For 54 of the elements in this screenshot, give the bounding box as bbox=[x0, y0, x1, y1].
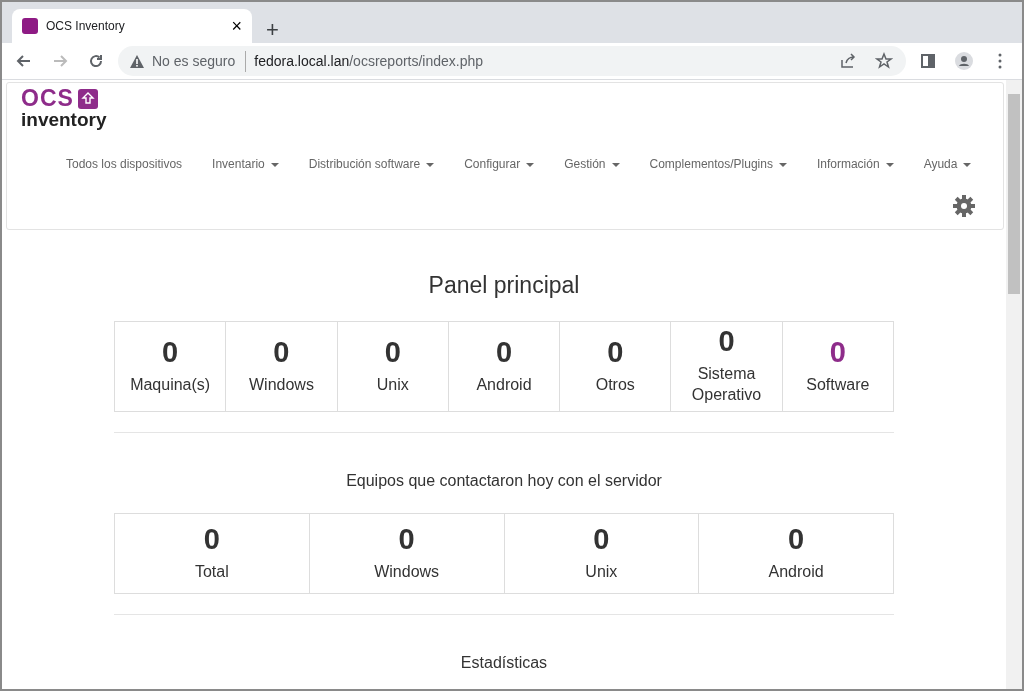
nav-link[interactable]: Ayuda bbox=[908, 149, 987, 179]
stat-value[interactable]: 0 bbox=[829, 336, 846, 369]
address-bar[interactable]: No es seguro fedora.local.lan/ocsreports/index.php bbox=[118, 46, 906, 76]
stat-value: 0 bbox=[273, 336, 290, 369]
section-title: Estadísticas bbox=[459, 652, 549, 673]
stat-label: Software bbox=[806, 374, 870, 395]
nav-link[interactable]: Información bbox=[801, 149, 909, 179]
stat-label: Sistema Operativo bbox=[690, 364, 763, 405]
scrollbar[interactable] bbox=[1006, 80, 1022, 689]
caret-icon bbox=[426, 162, 435, 167]
stat-value: 0 bbox=[718, 326, 735, 359]
caret-icon bbox=[778, 162, 787, 167]
stat-label: Windows bbox=[374, 561, 440, 582]
section-title: Panel principal bbox=[427, 271, 581, 300]
logo-icon bbox=[77, 88, 98, 109]
stat-value: 0 bbox=[495, 336, 513, 369]
browser-tab[interactable]: OCS Inventory × bbox=[12, 9, 252, 43]
stat-value: 0 bbox=[788, 523, 805, 556]
tab-title: OCS Inventory bbox=[46, 18, 125, 35]
nav-link[interactable]: Complementos/Plugins bbox=[634, 149, 802, 179]
new-tab-button[interactable]: + bbox=[260, 19, 285, 43]
section-title: Equipos que contactaron hoy con el servidor bbox=[345, 470, 663, 491]
nav-link[interactable]: Todos los dispositivos bbox=[51, 149, 198, 179]
stat-value: 0 bbox=[162, 336, 179, 369]
security-warning: No es seguro bbox=[152, 50, 247, 72]
stat-value: 0 bbox=[607, 336, 624, 369]
nav-link[interactable]: Configurar bbox=[449, 149, 550, 179]
stat-value: 0 bbox=[384, 336, 401, 369]
stat-value: 0 bbox=[593, 523, 610, 556]
caret-icon bbox=[885, 162, 894, 167]
stat-label: Android bbox=[768, 561, 824, 582]
warning-icon bbox=[130, 54, 144, 68]
caret-icon bbox=[526, 162, 535, 167]
logo-text: OCS bbox=[21, 87, 74, 110]
stat-label: Android bbox=[476, 374, 532, 395]
caret-icon bbox=[611, 162, 620, 167]
favicon-icon bbox=[22, 18, 38, 34]
stat-label: Otros bbox=[595, 374, 635, 395]
logo-text: inventory bbox=[21, 110, 107, 129]
tab-close-button[interactable]: × bbox=[231, 17, 242, 35]
url-text: fedora.local.lan/ocsreports/index.php bbox=[254, 51, 484, 71]
settings-icon[interactable] bbox=[953, 195, 975, 217]
stat-label: Windows bbox=[248, 374, 314, 395]
stat-label: Unix bbox=[376, 374, 409, 395]
stat-value: 0 bbox=[203, 523, 220, 556]
nav-link[interactable]: Distribución software bbox=[293, 149, 450, 179]
caret-icon bbox=[963, 162, 972, 167]
nav-link[interactable]: Gestión bbox=[549, 149, 635, 179]
caret-icon bbox=[270, 162, 279, 167]
stat-value: 0 bbox=[398, 523, 415, 556]
stat-label: Unix bbox=[585, 561, 618, 582]
nav-link[interactable]: Inventario bbox=[197, 149, 294, 179]
stat-label: Maquina(s) bbox=[130, 374, 211, 395]
stat-label: Total bbox=[194, 561, 229, 582]
